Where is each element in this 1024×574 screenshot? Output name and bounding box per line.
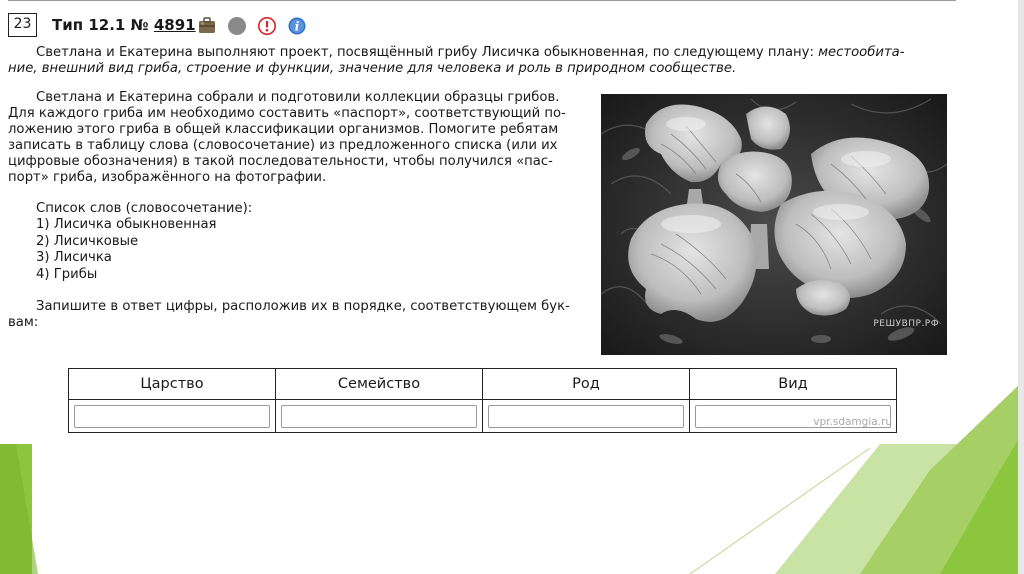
instruction-line: Запишите в ответ цифры, расположив их в … (36, 299, 570, 314)
info-icon[interactable]: i (288, 17, 306, 35)
mushroom-photo: РЕШУВПР.РФ (601, 94, 947, 355)
task-title: Тип 12.1 № 4891 (52, 16, 196, 34)
word-list-item: 1) Лисичка обыкновенная (36, 217, 217, 232)
intro-line-2: ние, внешний вид гриба, строение и функц… (8, 61, 736, 78)
task-id-link[interactable]: 4891 (154, 16, 196, 34)
grey-circle-icon[interactable] (228, 17, 246, 35)
photo-watermark: РЕШУВПР.РФ (873, 319, 939, 329)
answer-cell (482, 399, 690, 433)
word-list-heading: Список слов (словосочетание): (36, 201, 253, 216)
word-list-item: 3) Лисичка (36, 250, 112, 265)
kingdom-input[interactable] (74, 404, 270, 428)
exclamation-icon[interactable] (258, 17, 276, 35)
column-header-species: Вид (689, 368, 897, 400)
intro-line-1: Светлана и Екатерина выполняют проект, п… (36, 45, 904, 62)
task-number: 23 (8, 13, 37, 37)
body-line: Светлана и Екатерина собрали и подготови… (36, 90, 560, 105)
family-input[interactable] (281, 404, 477, 428)
column-header-genus: Род (482, 368, 690, 400)
svg-text:i: i (295, 20, 300, 34)
table-header-row: Царство Семейство Род Вид (68, 368, 897, 400)
answer-cell (68, 399, 276, 433)
body-line: записать в таблицу слова (словосочетание… (8, 138, 558, 153)
table-row (68, 399, 897, 433)
genus-input[interactable] (488, 404, 684, 428)
body-line: порт» гриба, изображённого на фотографии… (8, 170, 327, 185)
task-card: 23 Тип 12.1 № 4891 i Светлана и Екатерин… (0, 0, 1024, 574)
column-header-family: Семейство (275, 368, 483, 400)
intro-italic-start: местообита- (818, 45, 905, 60)
top-divider (8, 0, 956, 1)
intro-italic-rest: ние, внешний вид гриба, строение и функц… (8, 61, 737, 76)
intro-text: Светлана и Екатерина выполняют проект, п… (36, 45, 819, 60)
answer-cell (275, 399, 483, 433)
word-list-item: 2) Лисичковые (36, 234, 139, 249)
task-type-label: Тип 12.1 № (52, 16, 154, 34)
mushroom-illustration (601, 94, 947, 355)
word-list-item: 4) Грибы (36, 267, 98, 282)
body-line: ложению этого гриба в общей классификаци… (8, 122, 559, 137)
body-line: цифровые обозначения) в такой последоват… (8, 154, 553, 169)
answer-table: Царство Семейство Род Вид (68, 368, 897, 433)
site-watermark: vpr.sdamgia.ru (813, 416, 892, 428)
briefcase-icon[interactable] (198, 16, 216, 34)
body-line: Для каждого гриба им необходимо составит… (8, 106, 566, 121)
instruction-line: вам: (8, 315, 39, 330)
column-header-kingdom: Царство (68, 368, 276, 400)
